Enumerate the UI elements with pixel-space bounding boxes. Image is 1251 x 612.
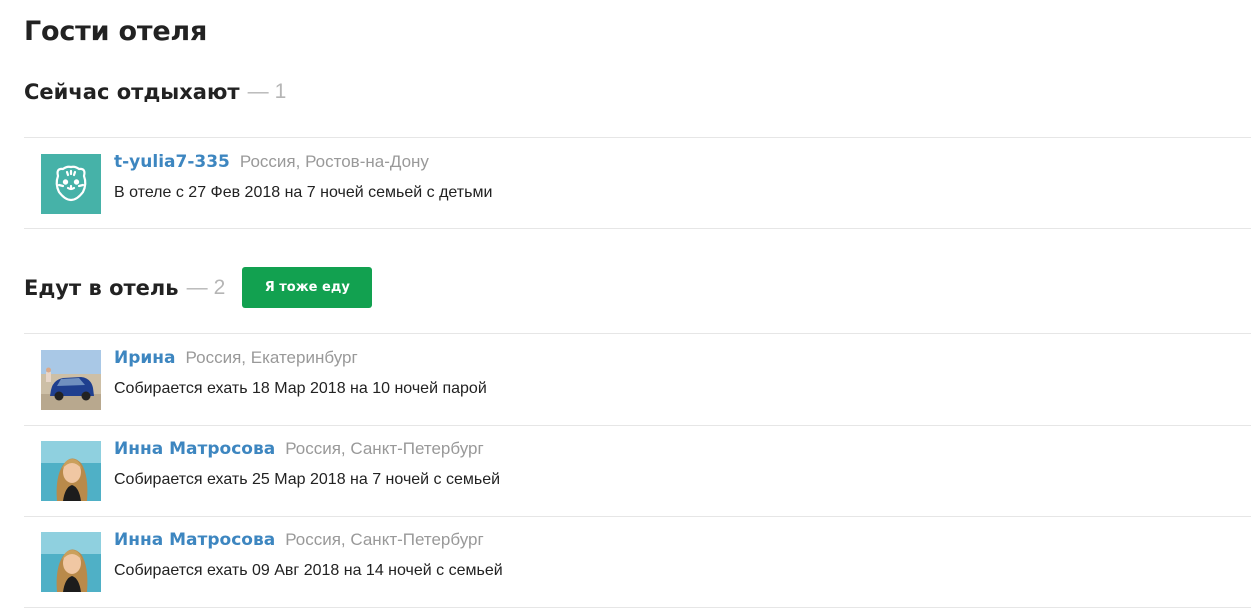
guest-name-link[interactable]: t-yulia7-335 (114, 152, 230, 172)
guest-location: Россия, Санкт-Петербург (285, 530, 484, 549)
guest-row: Инна Матросова Россия, Санкт-Петербург С… (24, 425, 1251, 515)
divider (24, 607, 1251, 608)
guest-row: Инна Матросова Россия, Санкт-Петербург С… (24, 516, 1251, 606)
i-am-going-too-button[interactable]: Я тоже еду (242, 267, 373, 308)
tiger-avatar-icon[interactable] (41, 154, 101, 214)
guest-status: Собирается ехать 18 Мар 2018 на 10 ночей… (114, 380, 487, 397)
guest-location: Россия, Екатеринбург (185, 348, 358, 367)
guest-status: В отеле с 27 Фев 2018 на 7 ночей семьей … (114, 184, 493, 201)
section-going-title: Едут в отель (24, 275, 179, 300)
divider (24, 228, 1251, 229)
hotel-guests-page: Гости отеля Сейчас отдыхают —1 t-yulia7-… (0, 0, 1251, 612)
portrait-photo[interactable] (41, 532, 101, 592)
section-now-header: Сейчас отдыхают —1 (24, 80, 286, 104)
portrait-photo[interactable] (41, 441, 101, 501)
car-photo[interactable] (41, 350, 101, 410)
guest-name-line: t-yulia7-335 Россия, Ростов-на-Дону (114, 152, 429, 172)
guest-location: Россия, Ростов-на-Дону (239, 152, 429, 171)
page-title: Гости отеля (24, 16, 208, 47)
guest-name-line: Ирина Россия, Екатеринбург (114, 348, 358, 368)
guest-row: Ирина Россия, Екатеринбург Собирается ех… (24, 334, 1251, 424)
section-now-count: —1 (247, 80, 287, 103)
guest-name-link[interactable]: Инна Матросова (114, 439, 275, 459)
guest-name-link[interactable]: Инна Матросова (114, 530, 275, 550)
guest-status: Собирается ехать 25 Мар 2018 на 7 ночей … (114, 471, 501, 488)
section-now-title: Сейчас отдыхают (24, 80, 240, 104)
section-going-header: Едут в отель —2 Я тоже еду (24, 267, 373, 308)
guest-status: Собирается ехать 09 Авг 2018 на 14 ночей… (114, 562, 503, 579)
section-going-count: —2 (186, 275, 226, 299)
guest-name-line: Инна Матросова Россия, Санкт-Петербург (114, 439, 484, 459)
guest-location: Россия, Санкт-Петербург (285, 439, 484, 458)
guest-name-line: Инна Матросова Россия, Санкт-Петербург (114, 530, 484, 550)
guest-row: t-yulia7-335 Россия, Ростов-на-Дону В от… (24, 138, 1251, 228)
guest-name-link[interactable]: Ирина (114, 348, 176, 368)
